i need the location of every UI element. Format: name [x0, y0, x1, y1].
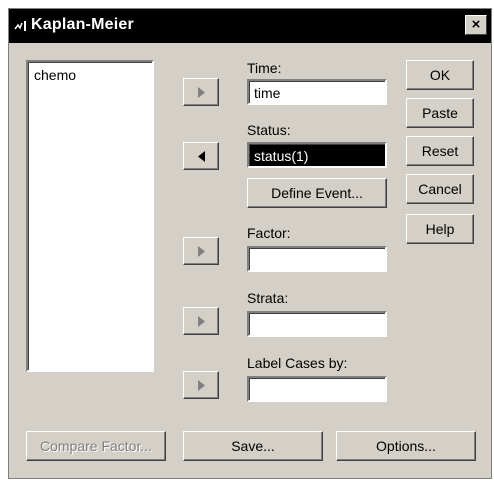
right-arrow-icon [198, 246, 205, 257]
spss-app-icon [14, 21, 26, 31]
window-title: Kaplan-Meier [31, 16, 134, 33]
reset-label: Reset [421, 143, 459, 159]
compare-factor-label: Compare Factor... [39, 438, 153, 454]
cancel-button[interactable]: Cancel [406, 174, 474, 204]
ok-button[interactable]: OK [406, 60, 474, 90]
time-label: Time: [247, 60, 281, 76]
define-event-button[interactable]: Define Event... [247, 178, 387, 208]
right-arrow-icon [198, 87, 205, 98]
define-event-label: Define Event... [271, 185, 363, 201]
variable-list-item[interactable]: chemo [34, 67, 76, 83]
strata-label: Strata: [247, 290, 289, 306]
save-label: Save... [231, 438, 275, 454]
reset-button[interactable]: Reset [406, 136, 474, 166]
factor-label: Factor: [247, 225, 291, 241]
strata-field[interactable] [247, 311, 387, 337]
status-label: Status: [247, 122, 291, 138]
factor-field[interactable] [247, 246, 387, 272]
close-icon: × [471, 16, 481, 33]
close-button[interactable]: × [465, 15, 487, 35]
options-button[interactable]: Options... [336, 431, 476, 461]
cancel-label: Cancel [418, 181, 462, 197]
options-label: Options... [376, 438, 436, 454]
label-cases-label: Label Cases by: [247, 355, 348, 371]
compare-factor-button: Compare Factor... [26, 431, 166, 461]
move-to-time-button[interactable] [183, 78, 219, 106]
left-arrow-icon [198, 151, 205, 162]
status-label-text: Status: [247, 122, 291, 138]
move-to-status-button[interactable] [183, 142, 219, 170]
help-label: Help [425, 221, 455, 237]
title-bar[interactable]: Kaplan-Meier × [9, 9, 491, 43]
right-arrow-icon [198, 380, 205, 391]
right-arrow-icon [198, 316, 205, 327]
variable-list[interactable]: chemo [26, 60, 154, 372]
help-button[interactable]: Help [406, 214, 474, 244]
time-field[interactable]: time [247, 79, 387, 105]
kaplan-meier-dialog: Kaplan-Meier × chemo Time: time Status: … [8, 8, 492, 479]
save-button[interactable]: Save... [183, 431, 323, 461]
ok-label: OK [429, 67, 451, 83]
move-to-label-cases-button[interactable] [183, 371, 219, 399]
label-cases-field[interactable] [247, 376, 387, 402]
paste-label: Paste [422, 105, 458, 121]
status-field[interactable]: status(1) [247, 142, 387, 168]
move-to-factor-button[interactable] [183, 237, 219, 265]
time-label-text: Time: [247, 60, 282, 76]
paste-button[interactable]: Paste [406, 98, 474, 128]
move-to-strata-button[interactable] [183, 307, 219, 335]
